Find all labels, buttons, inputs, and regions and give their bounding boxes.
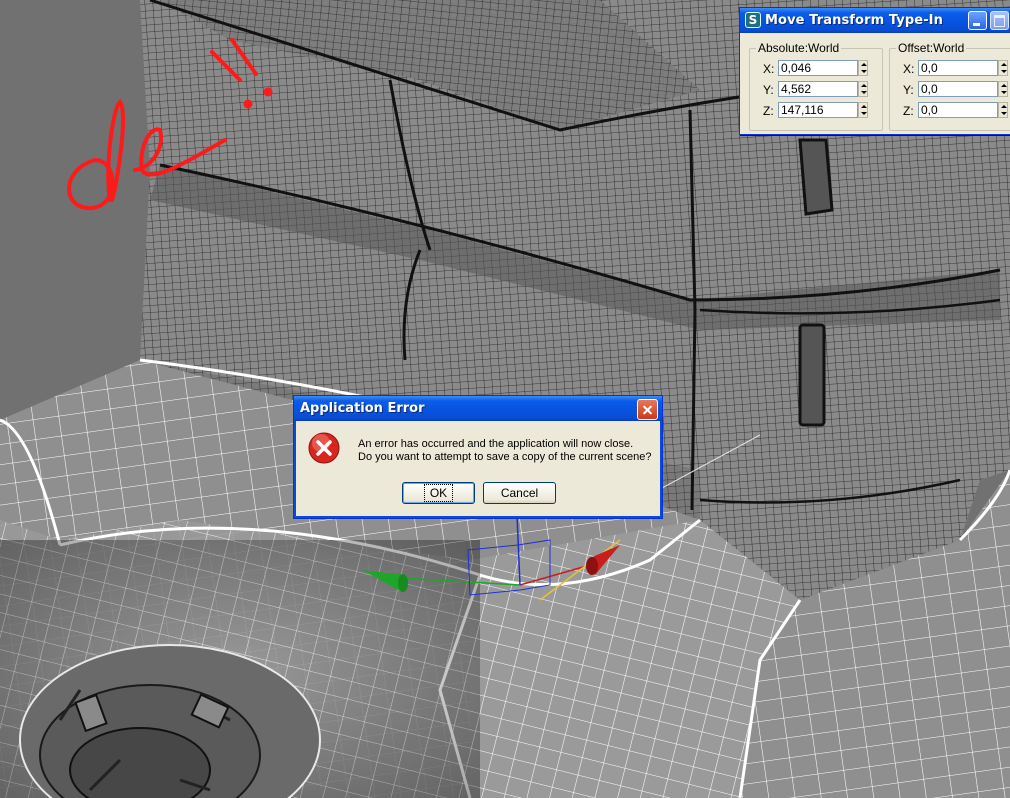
- z-label: Z:: [763, 104, 774, 118]
- x-label: X:: [903, 62, 915, 76]
- absolute-x-input[interactable]: 0,046: [778, 60, 858, 76]
- offset-world-label: Offset:World: [896, 41, 967, 55]
- offset-world-group: Offset:World X: 0,0 Y: 0,0 Z: 0,0: [889, 41, 1010, 131]
- error-dialog-titlebar[interactable]: Application Error: [294, 396, 662, 421]
- absolute-z-input[interactable]: 147,116: [778, 102, 858, 118]
- offset-z-row: Z: 0,0: [890, 102, 1010, 119]
- x-label: X:: [763, 62, 775, 76]
- absolute-z-row: Z: 147,116: [750, 102, 882, 119]
- offset-y-input[interactable]: 0,0: [918, 81, 998, 97]
- error-message-line-1: An error has occurred and the applicatio…: [358, 438, 634, 450]
- offset-x-row: X: 0,0: [890, 60, 1010, 77]
- minimize-button[interactable]: [968, 11, 987, 30]
- error-message: An error has occurred and the applicatio…: [358, 438, 652, 464]
- offset-z-input[interactable]: 0,0: [918, 102, 998, 118]
- ok-button[interactable]: OK: [402, 482, 475, 504]
- maximize-button[interactable]: [990, 11, 1009, 30]
- absolute-world-label: Absolute:World: [756, 41, 842, 55]
- offset-x-spinner[interactable]: [998, 60, 1008, 76]
- application-error-dialog[interactable]: Application Error An error has occurred …: [293, 395, 663, 519]
- move-transform-type-in-window[interactable]: S Move Transform Type-In Absolute:World …: [739, 7, 1010, 135]
- app-icon: S: [745, 12, 761, 28]
- transform-window-title: Move Transform Type-In: [765, 13, 943, 28]
- offset-y-row: Y: 0,0: [890, 81, 1010, 98]
- absolute-y-input[interactable]: 4,562: [778, 81, 858, 97]
- absolute-z-spinner[interactable]: [858, 102, 868, 118]
- absolute-x-row: X: 0,046: [750, 60, 882, 77]
- absolute-y-row: Y: 4,562: [750, 81, 882, 98]
- cancel-button[interactable]: Cancel: [483, 482, 556, 504]
- transform-window-titlebar[interactable]: S Move Transform Type-In: [740, 8, 1010, 33]
- close-button[interactable]: [637, 399, 658, 420]
- offset-x-input[interactable]: 0,0: [918, 60, 998, 76]
- error-dialog-body: An error has occurred and the applicatio…: [297, 421, 659, 515]
- offset-y-spinner[interactable]: [998, 81, 1008, 97]
- y-label: Y:: [763, 83, 774, 97]
- z-label: Z:: [903, 104, 914, 118]
- absolute-world-group: Absolute:World X: 0,046 Y: 4,562 Z: 147,…: [749, 41, 883, 131]
- error-icon: [308, 432, 340, 464]
- offset-z-spinner[interactable]: [998, 102, 1008, 118]
- ok-button-label: OK: [423, 484, 454, 502]
- absolute-y-spinner[interactable]: [858, 81, 868, 97]
- y-label: Y:: [903, 83, 914, 97]
- error-dialog-title: Application Error: [300, 401, 425, 416]
- error-message-line-2: Do you want to attempt to save a copy of…: [358, 451, 652, 463]
- absolute-x-spinner[interactable]: [858, 60, 868, 76]
